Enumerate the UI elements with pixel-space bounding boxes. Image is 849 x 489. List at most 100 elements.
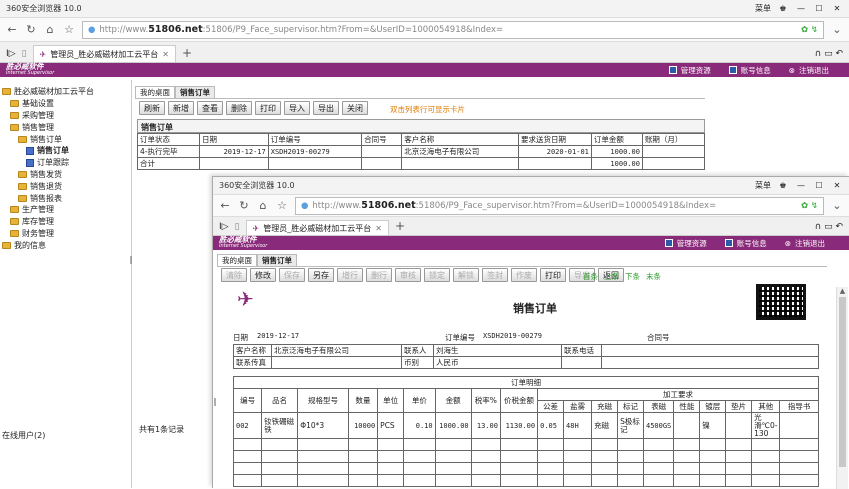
collapse-icon-2[interactable]: ‖: [213, 397, 217, 406]
maximize-icon-2[interactable]: ☐: [813, 181, 825, 190]
column-header[interactable]: 日期: [198, 133, 269, 146]
sidebar-item[interactable]: 销售管理: [2, 121, 130, 133]
toolbar-button[interactable]: 导入: [284, 101, 310, 115]
ie-mode-icon[interactable]: ✿ ↯: [801, 25, 818, 35]
table-row[interactable]: [232, 462, 819, 475]
toolbar-button[interactable]: 打印: [255, 101, 281, 115]
manage-resources-link-2[interactable]: 管理资源: [664, 238, 707, 249]
toolbar-button[interactable]: 导出: [313, 101, 339, 115]
toolbar-button[interactable]: 签封: [482, 268, 508, 282]
tab-close-icon-2[interactable]: ✕: [375, 224, 382, 233]
tab-list-icon[interactable]: ▯: [22, 49, 27, 62]
tools-icon-2[interactable]: ∩ ▭ ↶: [815, 222, 843, 235]
star-icon[interactable]: ☆: [63, 23, 75, 36]
table-row[interactable]: 002 钕铁硼磁铁 Φ10*3 10000 PCS 0.10 1000.00 13.00 113…: [232, 412, 819, 439]
dropdown-icon[interactable]: ⌄: [831, 23, 843, 36]
record-nav-link[interactable]: 下条: [625, 271, 640, 282]
toolbar-button[interactable]: 删行: [366, 268, 392, 282]
menu-button-2[interactable]: 菜单: [755, 180, 771, 191]
sidebar-item[interactable]: 库存管理: [2, 216, 130, 228]
sidebar-toggle-icon[interactable]: I▷: [6, 49, 16, 62]
ie-mode-icon-2[interactable]: ✿ ↯: [801, 201, 818, 211]
table-row[interactable]: [232, 450, 819, 463]
skin-icon[interactable]: ♚: [777, 4, 789, 13]
currency-field[interactable]: 人民币: [433, 356, 562, 369]
sidebar-item[interactable]: 生产管理: [2, 204, 130, 216]
logout-link-2[interactable]: ⊗ 注销退出: [785, 238, 825, 249]
column-header[interactable]: 客户名称: [401, 133, 519, 146]
sidebar-item[interactable]: 财务管理: [2, 228, 130, 240]
skin-icon-2[interactable]: ♚: [777, 181, 789, 190]
online-users[interactable]: 在线用户(2): [2, 430, 45, 441]
sidebar-root[interactable]: 胜必威磁材加工云平台: [2, 86, 130, 98]
toolbar-button[interactable]: 关闭: [342, 101, 368, 115]
refresh-icon[interactable]: ↻: [25, 23, 37, 36]
customer-field[interactable]: 北京泛海电子有限公司: [271, 344, 402, 357]
sidebar-item[interactable]: 销售订单: [2, 133, 130, 145]
toolbar-button[interactable]: 打印: [540, 268, 566, 282]
browser-tab-2[interactable]: ✈ 管理员_胜必威磁材加工云平台 ✕: [245, 220, 389, 235]
back-icon-2[interactable]: ←: [219, 199, 231, 212]
toolbar-button[interactable]: 清除: [221, 268, 247, 282]
star-icon-2[interactable]: ☆: [276, 199, 288, 212]
toolbar-button[interactable]: 锁定: [424, 268, 450, 282]
splitter[interactable]: [131, 80, 132, 488]
tab-desktop-2[interactable]: 我的桌面: [217, 254, 257, 266]
browser-tab[interactable]: ✈ 管理员_胜必威磁材加工云平台 ✕: [32, 45, 176, 62]
toolbar-button[interactable]: 另存: [308, 268, 334, 282]
sidebar-item[interactable]: 我的信息: [2, 239, 130, 251]
dropdown-icon-2[interactable]: ⌄: [831, 199, 843, 212]
toolbar-button[interactable]: 查看: [197, 101, 223, 115]
maximize-icon[interactable]: ☐: [813, 4, 825, 13]
sidebar-item[interactable]: 销售报表: [2, 192, 130, 204]
new-tab-icon-2[interactable]: +: [395, 219, 405, 235]
sidebar-item[interactable]: 基础设置: [2, 98, 130, 110]
minimize-icon[interactable]: —: [795, 4, 807, 13]
column-header[interactable]: 合同号: [361, 133, 403, 146]
new-tab-icon[interactable]: +: [182, 46, 192, 62]
toolbar-button[interactable]: 作废: [511, 268, 537, 282]
tools-icon[interactable]: ∩ ▭ ↶: [815, 49, 843, 62]
contact-field[interactable]: 刘海生: [433, 344, 562, 357]
column-header[interactable]: 订单编号: [267, 133, 363, 146]
record-nav-link[interactable]: 上条: [604, 271, 619, 282]
sidebar-toggle-icon-2[interactable]: I▷: [219, 222, 229, 235]
toolbar-button[interactable]: 删除: [226, 101, 252, 115]
close-icon-2[interactable]: ✕: [831, 181, 843, 190]
sidebar-item[interactable]: 销售退货: [2, 180, 130, 192]
address-bar-2[interactable]: ● http://www.51806.net:51806/P9_Face_sup…: [295, 196, 824, 215]
minimize-icon-2[interactable]: —: [795, 181, 807, 190]
tab-sales-order-2[interactable]: 销售订单: [257, 254, 297, 266]
toolbar-button[interactable]: 刷新: [139, 101, 165, 115]
table-row[interactable]: [232, 474, 819, 487]
record-nav-link[interactable]: 首条: [583, 271, 598, 282]
toolbar-button[interactable]: 审核: [395, 268, 421, 282]
column-header[interactable]: 要求送货日期: [517, 133, 592, 146]
column-header[interactable]: 订单金额: [590, 133, 643, 146]
toolbar-button[interactable]: 修改: [250, 268, 276, 282]
table-row[interactable]: 4-执行完毕 2019-12-17 XSDH2019-00279 北京泛海电子有限公司…: [137, 145, 706, 158]
refresh-icon-2[interactable]: ↻: [238, 199, 250, 212]
menu-button[interactable]: 菜单: [755, 3, 771, 14]
sidebar-item[interactable]: 订单跟踪: [2, 157, 130, 169]
sidebar-item[interactable]: 销售订单: [2, 145, 130, 157]
toolbar-button[interactable]: 增行: [337, 268, 363, 282]
back-icon[interactable]: ←: [6, 23, 18, 36]
collapse-icon[interactable]: ‖: [129, 255, 133, 264]
tab-desktop[interactable]: 我的桌面: [135, 86, 175, 98]
table-row[interactable]: [232, 438, 819, 451]
address-bar[interactable]: ● http://www.51806.net:51806/P9_Face_sup…: [82, 20, 824, 39]
close-icon[interactable]: ✕: [831, 4, 843, 13]
tab-close-icon[interactable]: ✕: [162, 50, 169, 59]
column-header[interactable]: 订单状态: [137, 133, 200, 146]
sidebar-item[interactable]: 采购管理: [2, 110, 130, 122]
toolbar-button[interactable]: 解锁: [453, 268, 479, 282]
home-icon[interactable]: ⌂: [44, 23, 56, 36]
tab-sales-order[interactable]: 销售订单: [175, 86, 215, 98]
toolbar-button[interactable]: 新增: [168, 101, 194, 115]
manage-resources-link[interactable]: 管理资源: [668, 65, 711, 76]
phone-field[interactable]: [601, 344, 819, 357]
tab-list-icon-2[interactable]: ▯: [235, 222, 240, 235]
home-icon-2[interactable]: ⌂: [257, 199, 269, 212]
logout-link[interactable]: ⊗ 注销退出: [789, 65, 829, 76]
